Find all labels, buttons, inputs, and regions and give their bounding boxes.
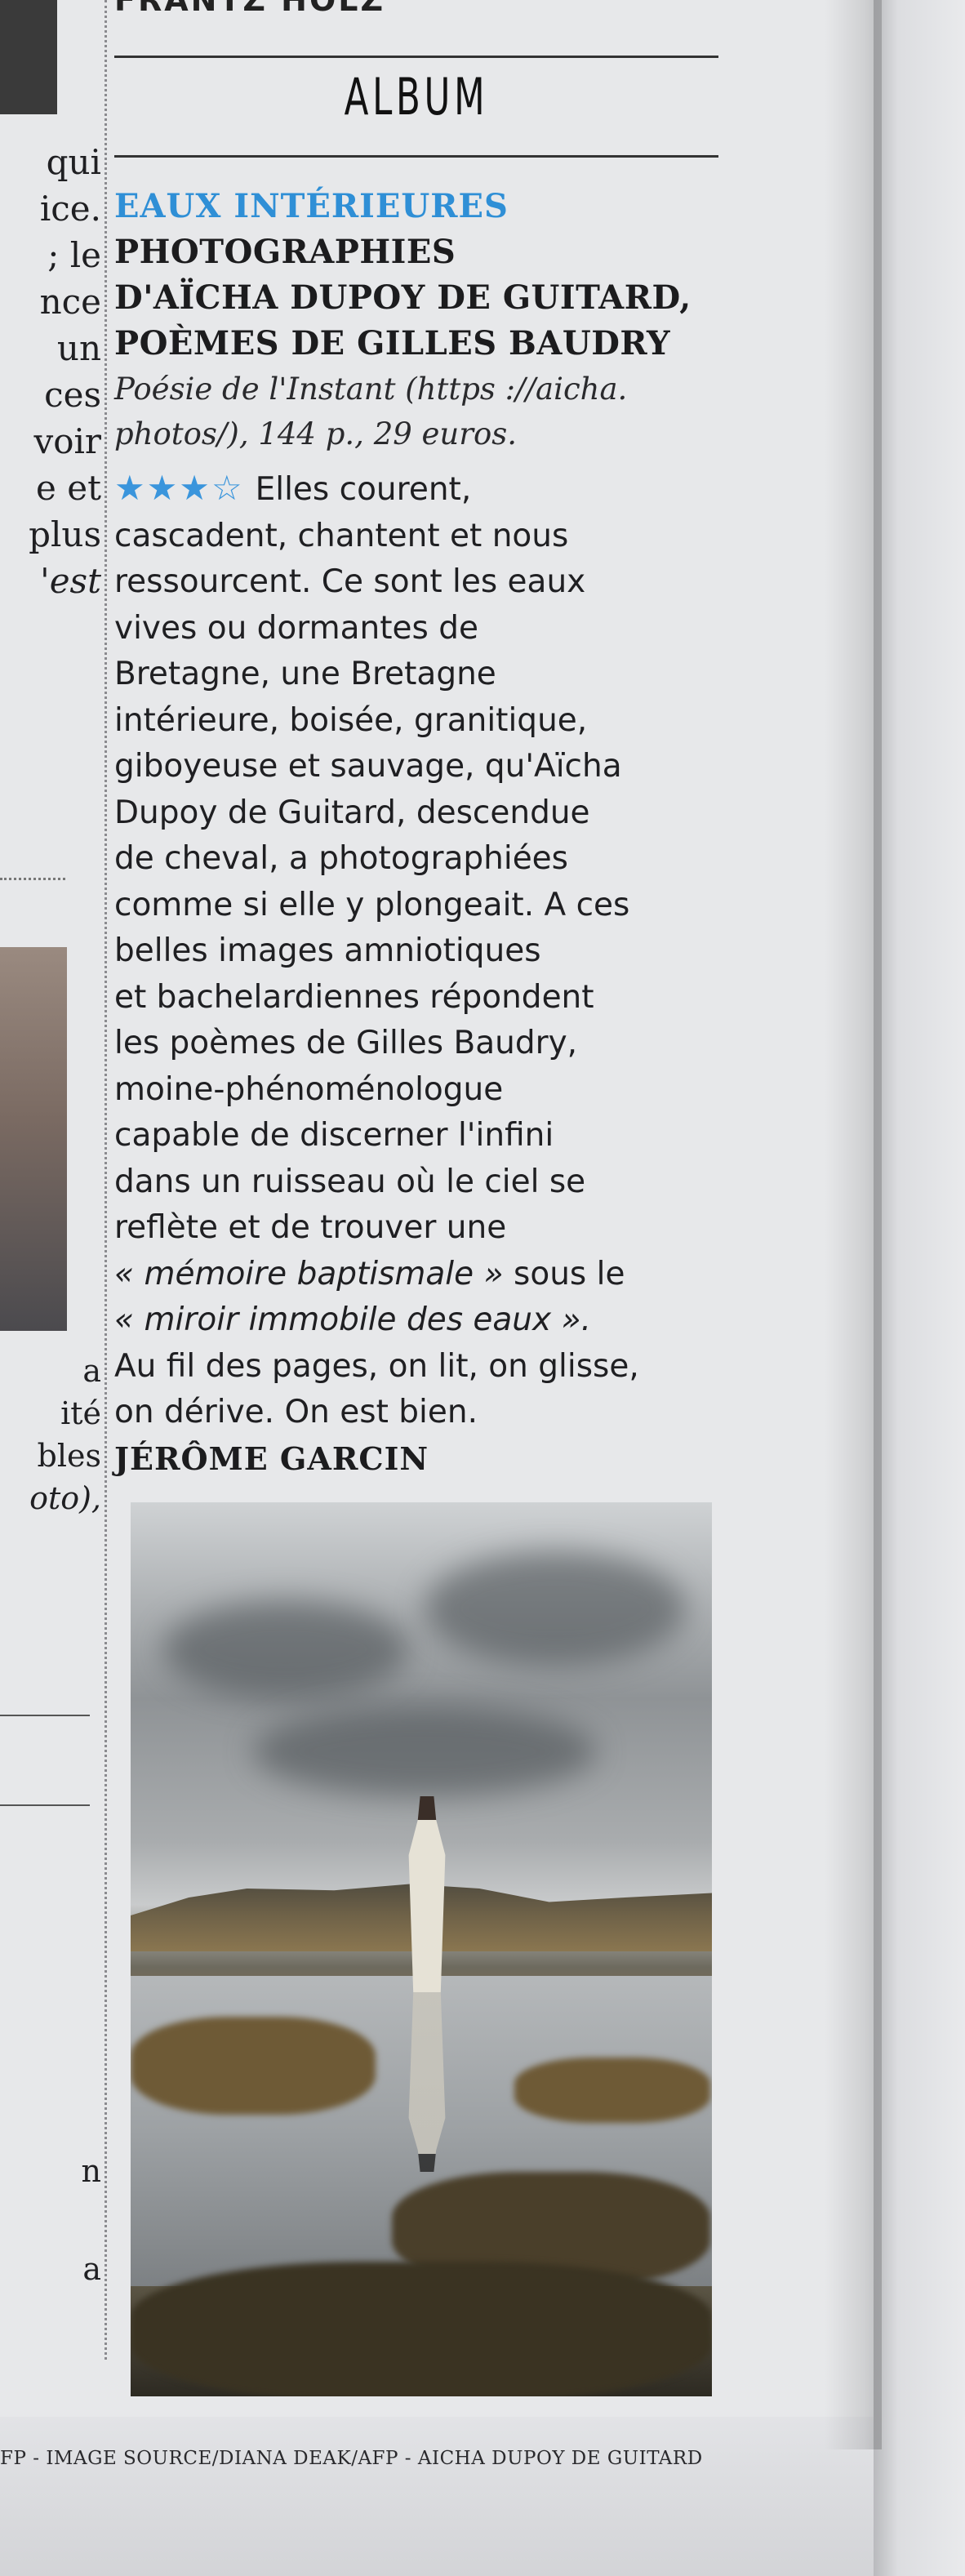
neighbor-text-fragment: ice. [39, 189, 101, 229]
woman-figure [408, 1796, 446, 1992]
neighbor-text-fragment: 'est [40, 561, 101, 601]
previous-signature-cut: FRANTZ HOLZ [114, 0, 386, 18]
body-line: cascadent, chantent et nous [114, 517, 569, 554]
body-line: capable de discerner l'infini [114, 1117, 554, 1154]
neighbor-rule [0, 1804, 90, 1806]
publication-info: photos/), 144 p., 29 euros. [114, 416, 517, 452]
body-line: moine-phénoménologue [114, 1070, 504, 1108]
neighbor-column: qui ice. ; le nce un ces voir e et plus … [0, 0, 106, 2368]
photo-credit: FP - IMAGE SOURCE/DIANA DEAK/AFP - AICHA… [0, 2448, 703, 2469]
body-line: Dupoy de Guitard, descendue [114, 794, 590, 831]
body-line: intérieure, boisée, granitique, [114, 701, 588, 739]
body-line: et bachelardiennes répondent [114, 978, 594, 1016]
neighbor-dotted-rule [0, 878, 65, 880]
neighbor-text-fragment: plus [29, 514, 101, 554]
body-line: dans un ruisseau où le ciel se [114, 1163, 586, 1200]
title-line: D'AÏCHA DUPOY DE GUITARD, [114, 278, 692, 317]
neighbor-text-fragment: nce [39, 282, 101, 322]
section-rule-bottom [114, 155, 718, 158]
neighbor-text-fragment: a [82, 1353, 101, 1389]
body-line: de cheval, a photographiées [114, 840, 568, 877]
neighbor-text-fragment: ité [60, 1395, 101, 1431]
title-line: PHOTOGRAPHIES [114, 233, 456, 271]
gutter-shadow [825, 0, 882, 2449]
body-line: ressourcent. Ce sont les eaux [114, 563, 586, 600]
headline-block: EAUX INTÉRIEURES PHOTOGRAPHIES D'AÏCHA D… [114, 184, 718, 456]
body-line: ★★★☆ Elles courent, [114, 468, 472, 508]
neighbor-text-fragment: n [81, 2153, 101, 2189]
publication-info: Poésie de l'Instant (https ://aicha. [114, 371, 628, 407]
body-line: giboyeuse et sauvage, qu'Aïcha [114, 748, 622, 785]
rating-stars-icon: ★★★☆ [114, 468, 244, 508]
body-line: vives ou dormantes de [114, 609, 479, 647]
body-line: les poèmes de Gilles Baudry, [114, 1025, 578, 1061]
page-bottom-fold [0, 2417, 874, 2576]
neighbor-text-fragment: ; le [47, 235, 101, 275]
neighbor-image-fragment [0, 0, 57, 114]
title-line: POÈMES DE GILLES BAUDRY [114, 324, 670, 363]
neighbor-text-fragment: ces [44, 375, 101, 415]
quote-italic: « miroir immobile des eaux ». [114, 1301, 591, 1338]
section-rule-top [114, 56, 718, 58]
author-signature: JÉRÔME GARCIN [114, 1439, 429, 1477]
body-line: belles images amniotiques [114, 932, 541, 969]
quote-italic: « mémoire baptismale » [114, 1255, 504, 1292]
body-line: Au fil des pages, on lit, on glisse, [114, 1347, 639, 1385]
neighbor-text-fragment: qui [46, 142, 101, 182]
body-line: Bretagne, une Bretagne [114, 656, 496, 692]
neighbor-text-fragment: bles [37, 1438, 101, 1474]
neighbor-text-fragment: un [56, 328, 101, 368]
body-line: « mémoire baptismale » sous le [114, 1255, 625, 1292]
neighbor-text-fragment: oto), [29, 1480, 101, 1516]
section-title: ALBUM [344, 67, 489, 127]
body-line: reflète et de trouver une [114, 1209, 507, 1246]
neighbor-photo [0, 947, 67, 1331]
review-kicker: EAUX INTÉRIEURES [114, 187, 509, 225]
neighbor-text-fragment: a [82, 2251, 101, 2287]
facing-page-edge [874, 0, 965, 2576]
neighbor-text-fragment: voir [33, 421, 101, 461]
neighbor-text-fragment: e et [36, 468, 101, 508]
body-line: comme si elle y plongeait. A ces [114, 886, 630, 923]
column-divider-dotted [105, 0, 107, 2360]
body-line: on dérive. On est bien. [114, 1394, 478, 1430]
article-photo [131, 1502, 712, 2396]
review-body: ★★★☆ Elles courent, cascadent, chantent e… [114, 465, 735, 1482]
neighbor-rule [0, 1715, 90, 1716]
